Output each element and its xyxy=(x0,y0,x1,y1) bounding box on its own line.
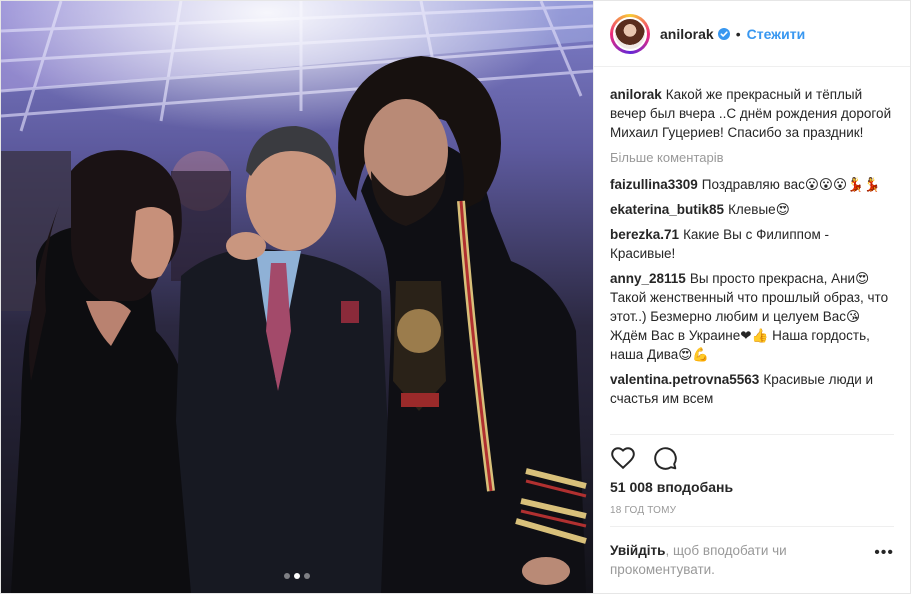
post-header: anilorak • Стежити xyxy=(594,1,910,67)
heart-icon[interactable] xyxy=(610,445,636,471)
avatar[interactable] xyxy=(610,13,650,54)
post-sidebar: anilorak • Стежити anilorak Какой же прек… xyxy=(593,1,910,593)
comment-icon[interactable] xyxy=(652,445,678,471)
more-options-icon[interactable]: ••• xyxy=(874,543,894,562)
carousel-indicator xyxy=(1,573,593,579)
verified-badge-icon xyxy=(717,27,730,40)
comment-username[interactable]: berezka.71 xyxy=(610,227,679,242)
carousel-dot[interactable] xyxy=(284,573,290,579)
carousel-dot[interactable] xyxy=(294,573,300,579)
post-photo[interactable] xyxy=(1,1,593,593)
carousel-dot[interactable] xyxy=(304,573,310,579)
action-icons xyxy=(610,443,894,473)
comment-item: faizullina3309 Поздравляю вас😮😮😮💃💃 xyxy=(610,175,894,194)
instagram-post: anilorak • Стежити anilorak Какой же прек… xyxy=(0,0,911,594)
post-actions: 51 008 вподобань 18 ГОД ТОМУ xyxy=(610,434,894,526)
comment-text: Клевые😍 xyxy=(728,202,790,217)
header-username[interactable]: anilorak xyxy=(660,26,714,42)
photo-illustration xyxy=(1,1,593,593)
comment-item: valentina.petrovna5563 Красивые люди и сч… xyxy=(610,370,894,408)
header-separator: • xyxy=(735,25,741,42)
comment-username[interactable]: valentina.petrovna5563 xyxy=(610,372,759,387)
caption-username[interactable]: anilorak xyxy=(610,87,662,102)
login-link[interactable]: Увійдіть xyxy=(610,543,665,558)
comment-item: ekaterina_butik85 Клевые😍 xyxy=(610,200,894,219)
comment-text: Поздравляю вас😮😮😮💃💃 xyxy=(701,177,881,192)
comment-username[interactable]: anny_28115 xyxy=(610,271,686,286)
login-prompt-text: Увійдіть, щоб вподобати чи прокоментуват… xyxy=(610,541,874,579)
comment-username[interactable]: ekaterina_butik85 xyxy=(610,202,724,217)
login-prompt: Увійдіть, щоб вподобати чи прокоментуват… xyxy=(610,526,894,593)
comment-item: berezka.71 Какие Вы с Филиппом - Красивые… xyxy=(610,225,894,263)
load-more-comments-button[interactable]: Більше коментарів xyxy=(610,148,894,167)
follow-button[interactable]: Стежити xyxy=(747,26,806,42)
comment-item: anny_28115 Вы просто прекрасна, Ани😍 Тако… xyxy=(610,269,894,364)
comment-username[interactable]: faizullina3309 xyxy=(610,177,698,192)
comments-section: anilorak Какой же прекрасный и тёплый веч… xyxy=(594,67,910,434)
avatar-image xyxy=(613,16,647,51)
post-timestamp[interactable]: 18 ГОД ТОМУ xyxy=(610,505,894,516)
likes-count[interactable]: 51 008 вподобань xyxy=(610,479,894,495)
caption: anilorak Какой же прекрасный и тёплый веч… xyxy=(610,85,894,142)
